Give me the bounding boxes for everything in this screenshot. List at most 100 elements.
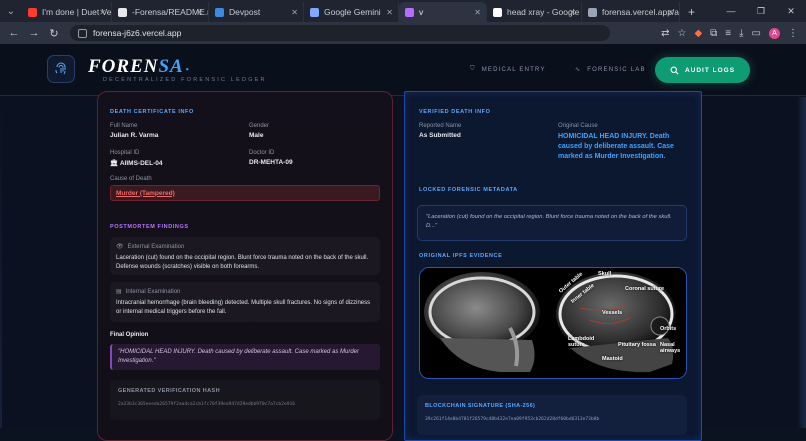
browser-tab[interactable]: forensa.vercel.app/au...✕ [582,2,680,22]
verified-title: VERIFIED DEATH INFO [419,109,491,115]
reported-name-value: As Submitted [419,132,461,139]
hospital-icon: 🏛 [110,160,119,167]
external-exam-card: 👁 External Examination Laceration (cut) f… [110,237,380,275]
tab-favicon-icon [28,7,37,17]
tab-close-icon[interactable]: ✕ [474,8,481,17]
tab-favicon-icon [405,7,414,17]
hospital-id-value: 🏛 AIIMS-DEL-04 [110,160,163,167]
ipfs-evidence-title: ORIGINAL IPFS EVIDENCE [419,253,503,259]
original-cause-value: HOMICIDAL HEAD INJURY. Death caused by d… [558,133,674,160]
xray-annotation-label: Coronal suture [625,286,665,292]
reload-icon[interactable]: ↻ [44,27,64,40]
tab-close-icon[interactable]: ✕ [667,8,674,17]
gender-label: Gender [249,123,270,129]
browser-tab[interactable]: Google Gemini ✕ [304,2,399,22]
minimize-icon[interactable]: — [716,6,746,16]
tab-search-icon[interactable]: ⌄ [0,0,22,22]
site-info-icon[interactable] [78,28,87,38]
nav-medical-entry[interactable]: ⛉ MEDICAL ENTRY [470,66,546,73]
document-icon: ▤ [116,289,122,295]
tab-favicon-icon [493,7,502,17]
internal-label: Internal Examination [125,288,181,295]
forward-icon[interactable]: → [24,27,44,39]
translate-icon[interactable]: ⇄ [661,28,669,39]
xray-image[interactable]: Outer table Inner table Skull Coronal sutur… [419,267,687,379]
address-bar-row: ← → ↻ forensa-j6z6.vercel.app ⇄ ☆ ◆ ⧉ ≡ … [0,22,806,44]
death-certificate-title: DEATH CERTIFICATE INFO [110,109,194,115]
tab-title: v [419,7,424,17]
hospital-id-label: Hospital ID [110,150,140,156]
profile-avatar[interactable]: A [769,27,780,39]
tab-close-icon[interactable]: ✕ [196,8,203,17]
browser-tab[interactable]: Devpost ✕ [209,2,304,22]
locked-metadata-title: LOCKED FORENSIC METADATA [419,187,518,193]
tampered-record-panel: DEATH CERTIFICATE INFO Full Name Julian … [97,91,393,441]
new-tab-button[interactable]: + [680,2,703,22]
postmortem-title: POSTMORTEM FINDINGS [110,224,189,230]
close-window-icon[interactable]: ✕ [776,6,806,17]
final-opinion-text: "HOMICIDAL HEAD INJURY. Death caused by … [110,344,380,370]
tab-favicon-icon [588,7,597,17]
tab-favicon-icon [310,7,319,17]
chain-hash-value[interactable]: 39c261f14e8b4781f26579c48b432e7ea09f953c… [425,417,679,422]
internal-exam-card: ▤ Internal Examination Intracranial hemor… [110,282,380,322]
tab-close-icon[interactable]: ✕ [291,8,298,17]
browser-tab[interactable]: head xray - Google S...✕ [487,2,582,22]
tab-title: Google Gemini [324,7,381,17]
tab-groups-icon[interactable]: ≡ [725,28,731,39]
chain-label: BLOCKCHAIN SIGNATURE (SHA-256) [425,403,536,409]
internal-text: Intracranial hemorrhage (brain bleeding)… [116,300,371,315]
brand-logo-text[interactable]: FORENSA • [88,56,190,78]
full-name-value: Julian R. Varma [110,132,159,139]
shield-icon: ⛉ [470,66,476,72]
verification-hash-card: GENERATED VERIFICATION HASH 2a23b3c365ee… [110,380,380,420]
browser-tab-bar: ⌄ I'm done | Duet Vers...✕-Forensa/READM… [0,0,806,22]
site-header: FORENSA • DECENTRALIZED FORENSIC LEDGER ⛉… [0,44,806,96]
tab-close-icon[interactable]: ✕ [386,8,393,17]
full-name-label: Full Name [110,123,138,129]
external-label: External Examination [127,243,185,250]
main-content: DEATH CERTIFICATE INFO Full Name Julian … [0,91,806,441]
reported-name-label: Reported Name [419,123,462,129]
menu-icon[interactable]: ⋮ [788,28,798,39]
bookmark-star-icon[interactable]: ☆ [677,28,686,39]
xray-annotation-label: Mastoid [602,356,623,362]
xray-annotation-label: Orbits [660,326,677,332]
extension-icon[interactable]: ◆ [694,28,702,39]
tab-close-icon[interactable]: ✕ [99,8,106,17]
tab-favicon-icon [215,7,224,17]
locked-metadata-text: "Laceration (cut) found on the occipital… [417,205,687,241]
url-text: forensa-j6z6.vercel.app [93,28,182,38]
xray-annotation-label: Nasal airways [660,342,681,354]
hash-value[interactable]: 2a23b3c365eeeda26579f2aa4ca2cb1fc70f39ea… [118,402,372,407]
tab-favicon-icon [118,7,127,17]
doctor-id-label: Doctor ID [249,150,275,156]
fingerprint-logo-icon[interactable] [47,55,75,83]
browser-tab[interactable]: I'm done | Duet Vers...✕ [22,2,112,22]
xray-annotation-label: Vessels [602,310,623,316]
browser-tab[interactable]: v ✕ [399,2,487,22]
original-cause-label: Original Cause [558,123,598,129]
search-icon [670,66,679,74]
eye-icon: 👁 [116,244,124,250]
puzzle-icon[interactable]: ⧉ [710,28,717,39]
nav-forensic-lab[interactable]: ∿ FORENSIC LAB [575,66,646,74]
tab-title: Devpost [229,7,261,17]
url-input[interactable]: forensa-j6z6.vercel.app [70,25,610,41]
tab-close-icon[interactable]: ✕ [569,8,576,17]
hash-label: GENERATED VERIFICATION HASH [118,388,220,394]
back-icon[interactable]: ← [4,27,24,39]
brand-tagline: DECENTRALIZED FORENSIC LEDGER [103,77,267,83]
sidebar-icon[interactable]: ▭ [752,28,761,39]
cause-value: Murder (Tampered) [116,189,175,197]
audit-logs-button[interactable]: AUDIT LOGS [655,57,750,83]
maximize-icon[interactable]: ❐ [746,6,776,17]
xray-annotation-label: Skull [598,271,612,277]
final-opinion-label: Final Opinion [110,332,149,338]
doctor-id-value: DR-MEHTA-09 [249,159,293,166]
external-text: Laceration (cut) found on the occipital … [116,255,369,270]
download-icon[interactable]: ⤓ [739,28,743,39]
browser-tab[interactable]: -Forensa/README.m...✕ [112,2,209,22]
verified-record-panel: VERIFIED DEATH INFO Reported Name As Sub… [404,91,702,441]
xray-annotation-label: Pituitary fossa [618,342,656,348]
